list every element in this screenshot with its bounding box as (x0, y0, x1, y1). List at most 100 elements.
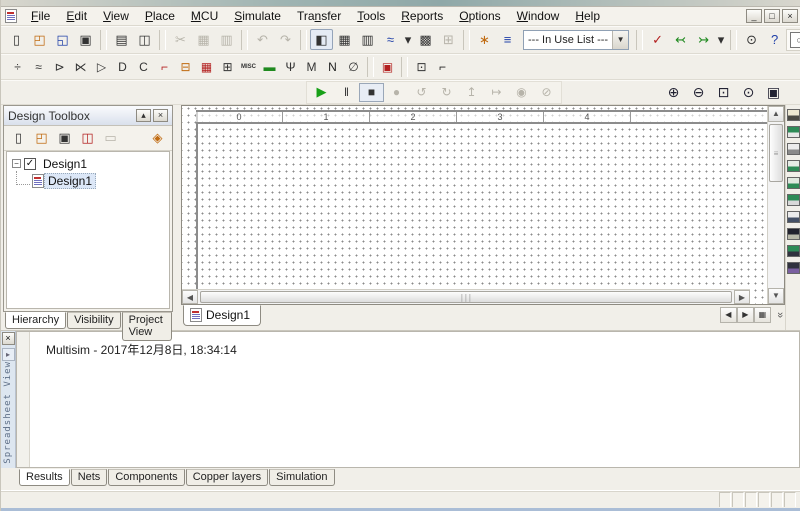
new-component-wizard-button[interactable]: ∗ (473, 29, 496, 50)
toolbox-layers-button[interactable]: ◈ (146, 128, 169, 149)
place-power-component-button[interactable]: ⊞ (217, 57, 238, 76)
new-button[interactable]: ▯ (5, 29, 28, 50)
find-button[interactable]: ⊙ (740, 29, 763, 50)
logic-converter-icon[interactable] (787, 245, 800, 257)
horizontal-scrollbar[interactable]: ◀ ∣∣∣ ▶ (182, 289, 750, 304)
erc-check-button[interactable]: ✓ (646, 29, 669, 50)
zoom-area-button[interactable]: ⊡ (711, 83, 736, 102)
panel-splitter[interactable] (173, 105, 181, 330)
oscilloscope-icon[interactable] (787, 160, 800, 172)
sheet-tab-list-button[interactable]: ▦ (754, 307, 771, 323)
close-button[interactable]: × (782, 9, 798, 23)
stop-simulation-button[interactable]: ■ (359, 83, 384, 102)
menu-edit[interactable]: Edit (58, 8, 95, 24)
menu-simulate[interactable]: Simulate (226, 8, 289, 24)
back-annotate-button[interactable]: ↢ (669, 29, 692, 50)
sheet-tab-prev-button[interactable]: ◀ (720, 307, 737, 323)
print-preview-button[interactable]: ◫ (133, 29, 156, 50)
database-manager-button[interactable]: ≡ (496, 29, 519, 50)
close-icon[interactable]: × (2, 332, 15, 345)
tab-nets[interactable]: Nets (71, 469, 108, 486)
place-ni-component-button[interactable]: N (322, 57, 343, 76)
expand-arrow-icon[interactable]: ▸ (2, 348, 15, 361)
toggle-spreadsheet-view-button[interactable]: ▦ (333, 29, 356, 50)
grapher-button[interactable]: ≈ (379, 29, 402, 50)
toolbox-close-button[interactable]: × (153, 109, 168, 122)
tab-project-view[interactable]: Project View (122, 312, 172, 341)
open-button[interactable]: ◰ (28, 29, 51, 50)
menu-mcu[interactable]: MCU (183, 8, 226, 24)
tab-simulation[interactable]: Simulation (269, 469, 334, 486)
help-button[interactable]: ? (763, 29, 786, 50)
scroll-left-button[interactable]: ◀ (182, 290, 198, 304)
menu-window[interactable]: Window (509, 8, 568, 24)
tree-checkbox[interactable]: ✓ (24, 158, 36, 170)
minimize-button[interactable]: _ (746, 9, 762, 23)
place-basic-button[interactable]: ≈ (28, 57, 49, 76)
spice-netlist-viewer-button[interactable]: ▥ (356, 29, 379, 50)
place-mixed-button[interactable]: ⊟ (175, 57, 196, 76)
toggle-design-toolbox-button[interactable]: ◧ (310, 29, 333, 50)
save-button[interactable]: ▣ (74, 29, 97, 50)
scroll-right-button[interactable]: ▶ (734, 290, 750, 304)
tree-expander-icon[interactable]: − (12, 159, 21, 168)
toolbox-new-button[interactable]: ▯ (7, 128, 30, 149)
toolbar-overflow-chevron[interactable]: » (774, 312, 786, 318)
restore-button[interactable]: □ (764, 9, 780, 23)
toolbox-save-button[interactable]: ▣ (53, 128, 76, 149)
scroll-down-button[interactable]: ▼ (768, 288, 784, 304)
run-switch-button[interactable]: ○ (790, 32, 800, 48)
grapher-dropdown-arrow[interactable]: ▾ (402, 29, 414, 50)
place-rf-button[interactable]: Ψ (280, 57, 301, 76)
place-indicator-button[interactable]: ▦ (196, 57, 217, 76)
tab-results[interactable]: Results (19, 469, 70, 486)
vertical-scroll-thumb[interactable]: ≡ (769, 124, 783, 182)
menu-tools[interactable]: Tools (349, 8, 393, 24)
zoom-fit-button[interactable]: ⊙ (736, 83, 761, 102)
horizontal-scroll-thumb[interactable]: ∣∣∣ (200, 291, 732, 303)
logic-analyzer-icon[interactable] (787, 262, 800, 274)
sheet-tab-next-button[interactable]: ▶ (737, 307, 754, 323)
place-transistor-button[interactable]: ⋉ (70, 57, 91, 76)
frequency-counter-icon[interactable] (787, 211, 800, 223)
breadboard-view-button[interactable]: ▩ (414, 29, 437, 50)
multimeter-icon[interactable] (787, 109, 800, 121)
vertical-scrollbar[interactable]: ▲ ≡ ▼ (767, 106, 784, 304)
place-hierarchical-block-button[interactable]: ⊡ (411, 57, 432, 76)
wattmeter-icon[interactable] (787, 143, 800, 155)
tree-root-row[interactable]: − ✓ Design1 (9, 155, 167, 172)
place-misc-digital-button[interactable]: ⌐ (154, 57, 175, 76)
tree-root-label[interactable]: Design1 (40, 157, 90, 171)
place-mcu-button[interactable]: ▣ (377, 57, 398, 76)
place-diode-button[interactable]: ⊳ (49, 57, 70, 76)
tab-hierarchy[interactable]: Hierarchy (5, 312, 66, 329)
scroll-track[interactable] (768, 184, 784, 288)
place-connector-button[interactable]: ∅ (343, 57, 364, 76)
forward-annotate-button[interactable]: ↣ (692, 29, 715, 50)
menu-help[interactable]: Help (567, 8, 608, 24)
function-generator-icon[interactable] (787, 126, 800, 138)
place-bus-button[interactable]: ⌐ (432, 57, 453, 76)
menu-options[interactable]: Options (451, 8, 508, 24)
place-analog-button[interactable]: ▷ (91, 57, 112, 76)
tab-copper-layers[interactable]: Copper layers (186, 469, 268, 486)
print-button[interactable]: ▤ (110, 29, 133, 50)
in-use-list-dropdown[interactable]: --- In Use List --- ▼ (523, 30, 629, 50)
four-channel-oscilloscope-icon[interactable] (787, 177, 800, 189)
word-generator-icon[interactable] (787, 228, 800, 240)
place-cmos-button[interactable]: C (133, 57, 154, 76)
menu-transfer[interactable]: Transfer (289, 8, 349, 24)
toolbox-close-sheet-button[interactable]: ◫ (76, 128, 99, 149)
annotate-dropdown-arrow[interactable]: ▾ (715, 29, 727, 50)
bode-plotter-icon[interactable] (787, 194, 800, 206)
tab-components[interactable]: Components (108, 469, 184, 486)
run-simulation-button[interactable]: ▶ (309, 83, 334, 102)
open-sample-button[interactable]: ◱ (51, 29, 74, 50)
schematic-canvas[interactable]: 01234 ◀ ∣∣∣ ▶ (182, 106, 767, 304)
pause-simulation-button[interactable]: ‖ (334, 83, 359, 102)
place-misc-button[interactable]: MISC (238, 57, 259, 76)
menu-file[interactable]: File (23, 8, 58, 24)
menu-place[interactable]: Place (137, 8, 183, 24)
fullscreen-button[interactable]: ▣ (761, 83, 786, 102)
scroll-up-button[interactable]: ▲ (768, 106, 784, 122)
